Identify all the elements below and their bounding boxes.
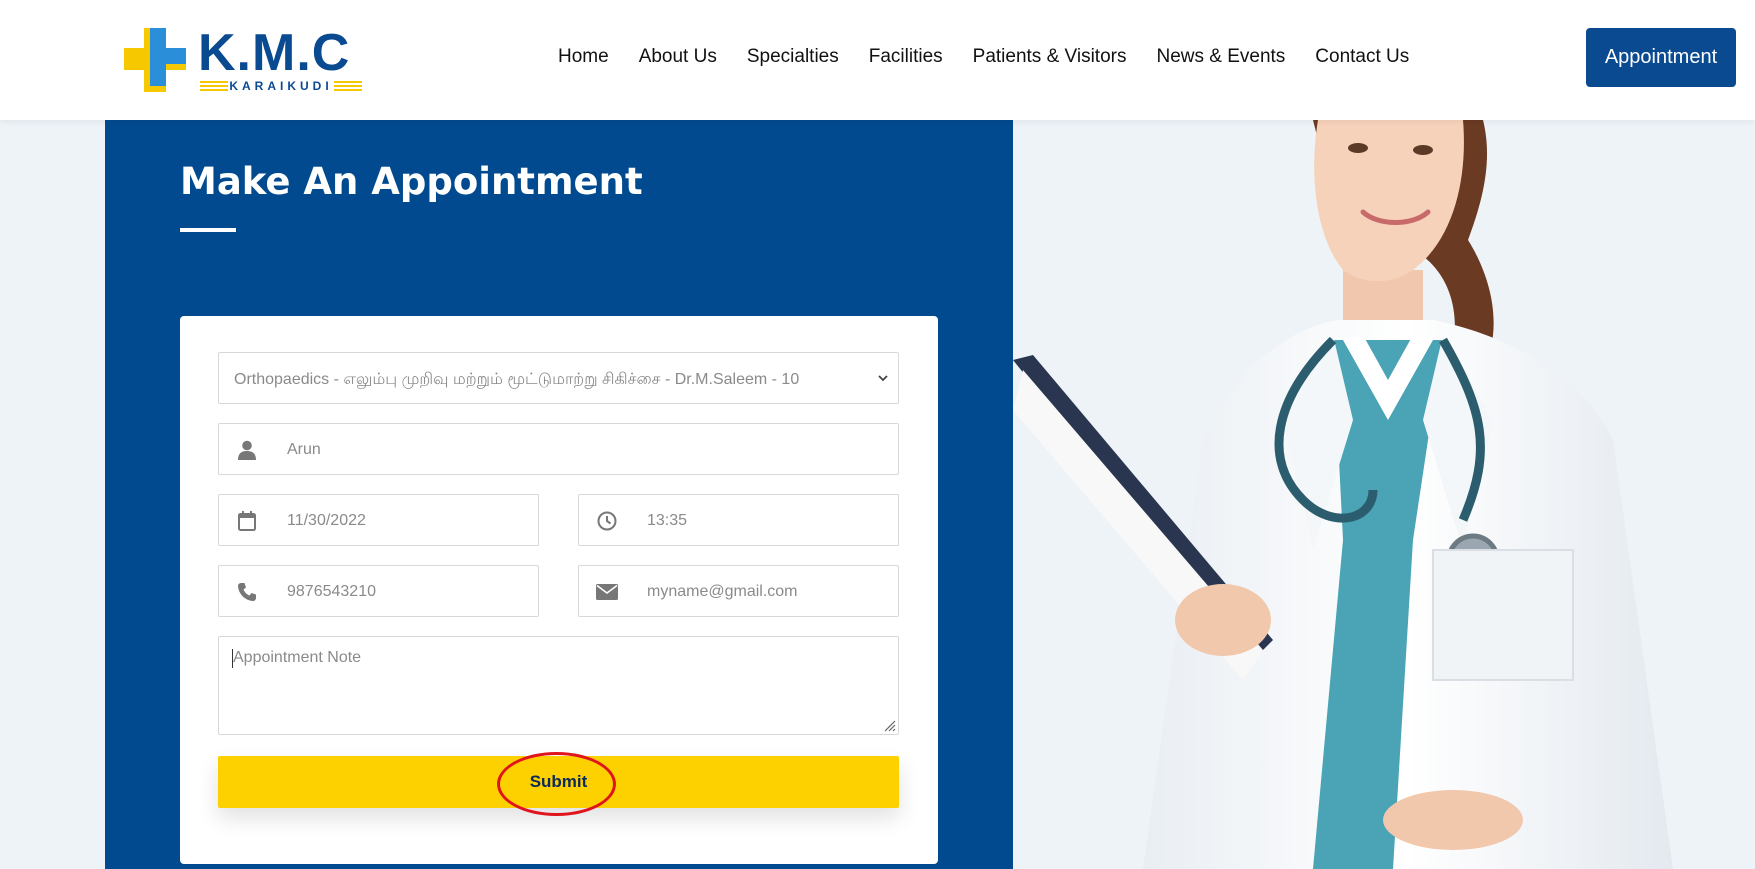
date-field[interactable]: 11/30/2022 xyxy=(218,494,539,546)
email-value: myname@gmail.com xyxy=(647,583,798,600)
time-field[interactable]: 13:35 xyxy=(578,494,899,546)
phone-icon xyxy=(233,566,261,618)
text-cursor xyxy=(232,649,233,668)
doctor-image xyxy=(1013,120,1755,869)
nav-facilities[interactable]: Facilities xyxy=(869,46,943,68)
chevron-down-icon xyxy=(878,375,888,382)
nav-contact-us[interactable]: Contact Us xyxy=(1315,46,1409,68)
resize-handle-icon[interactable] xyxy=(880,716,896,732)
time-value: 13:35 xyxy=(647,512,688,529)
submit-button[interactable]: Submit xyxy=(218,756,899,808)
date-value: 11/30/2022 xyxy=(287,512,366,529)
cross-logo-icon xyxy=(124,28,186,92)
department-select[interactable]: Orthopaedics - எலும்பு முறிவு மற்றும் மூ… xyxy=(218,352,899,404)
page-title: Make An Appointment xyxy=(180,160,643,203)
appointment-note-textarea[interactable]: Appointment Note xyxy=(218,636,899,735)
title-underline xyxy=(180,228,236,232)
clock-icon xyxy=(593,495,621,547)
phone-value: 9876543210 xyxy=(287,583,376,600)
nav-home[interactable]: Home xyxy=(558,46,609,68)
calendar-icon xyxy=(233,495,261,547)
logo-text: K.M.C xyxy=(198,24,351,82)
appointment-panel: Make An Appointment Orthopaedics - எலும்… xyxy=(105,120,1013,869)
site-header: K.M.C KARAIKUDI Home About Us Specialtie… xyxy=(0,0,1755,120)
name-value: Arun xyxy=(287,441,321,458)
envelope-icon xyxy=(593,566,621,618)
note-placeholder: Appointment Note xyxy=(233,649,362,666)
logo-subtitle: KARAIKUDI xyxy=(200,78,362,94)
email-field[interactable]: myname@gmail.com xyxy=(578,565,899,617)
department-selected-value: Orthopaedics - எலும்பு முறிவு மற்றும் மூ… xyxy=(234,371,800,388)
appointment-button[interactable]: Appointment xyxy=(1586,28,1736,87)
name-field[interactable]: Arun xyxy=(218,423,899,475)
user-icon xyxy=(233,424,261,476)
main-nav: Home About Us Specialties Facilities Pat… xyxy=(558,46,1409,68)
nav-patients-visitors[interactable]: Patients & Visitors xyxy=(973,46,1127,68)
nav-news-events[interactable]: News & Events xyxy=(1156,46,1285,68)
nav-about-us[interactable]: About Us xyxy=(639,46,717,68)
appointment-form: Orthopaedics - எலும்பு முறிவு மற்றும் மூ… xyxy=(180,316,938,864)
nav-specialties[interactable]: Specialties xyxy=(747,46,839,68)
kmc-logo[interactable]: K.M.C KARAIKUDI xyxy=(124,24,364,94)
phone-field[interactable]: 9876543210 xyxy=(218,565,539,617)
